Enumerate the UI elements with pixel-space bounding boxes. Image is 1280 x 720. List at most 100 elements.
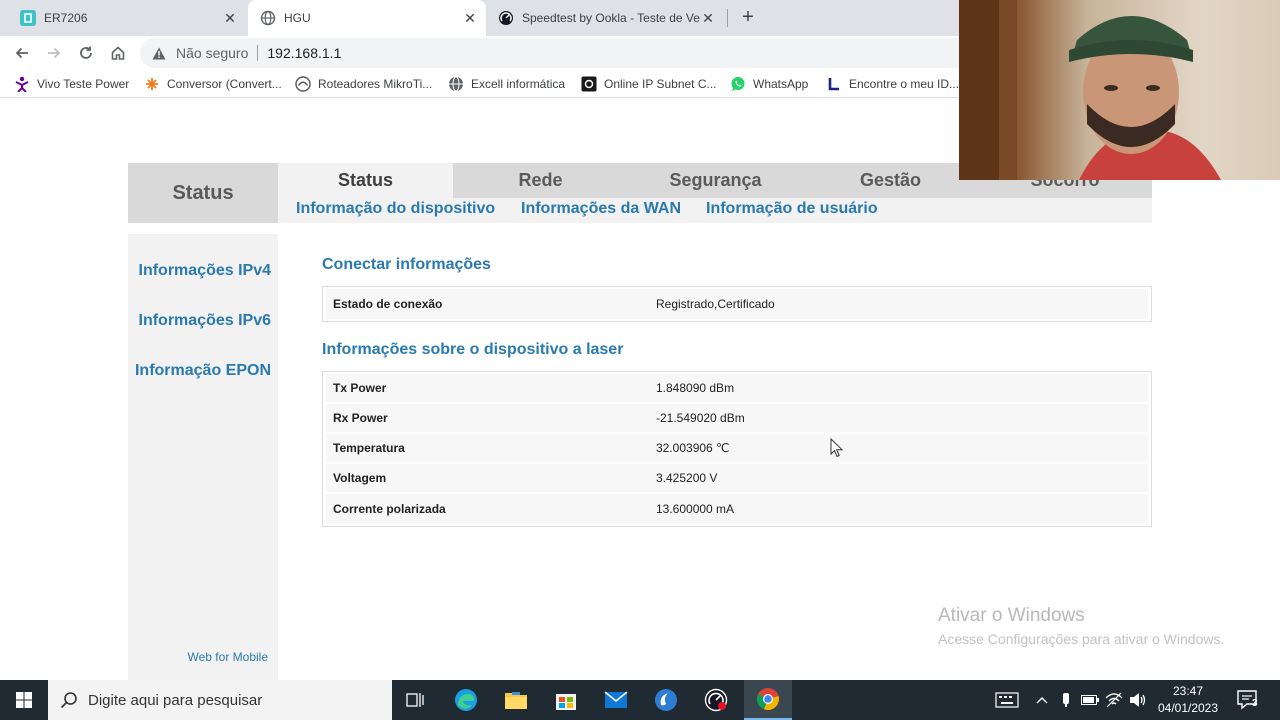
row-value: 1.848090 dBm	[656, 381, 735, 395]
forward-arrow-icon[interactable]	[43, 42, 65, 64]
row-label: Corrente polarizada	[333, 502, 446, 516]
sidebar-item-ipv6[interactable]: Informações IPv6	[139, 312, 272, 330]
taskbar-clock[interactable]: 23:47 04/01/2023	[1152, 683, 1224, 717]
battery-icon[interactable]	[1080, 690, 1100, 710]
search-placeholder: Digite aqui para pesquisar	[88, 691, 263, 709]
table-row: Temperatura 32.003906 ℃	[326, 434, 1148, 464]
tab-speedtest[interactable]: Speedtest by Ookla - Teste de Ve ✕	[490, 0, 724, 36]
activate-windows-title: Ativar o Windows	[938, 605, 1085, 626]
phone-link-icon[interactable]	[1056, 690, 1076, 710]
speedtest-app-icon[interactable]	[692, 680, 740, 720]
table-row: Tx Power 1.848090 dBm	[326, 374, 1148, 404]
webcam-overlay	[959, 0, 1280, 180]
clock-date: 04/01/2023	[1157, 701, 1219, 715]
row-value: 13.600000 mA	[656, 502, 735, 516]
keyboard-icon[interactable]	[994, 690, 1020, 710]
notification-center-icon[interactable]: 3	[1236, 688, 1260, 712]
bookmark-subnet[interactable]: Online IP Subnet C...	[581, 75, 717, 93]
connect-section-title: Conectar informações	[322, 256, 491, 273]
volume-icon[interactable]	[1128, 690, 1148, 710]
laser-section-title: Informações sobre o dispositivo a laser	[322, 341, 624, 358]
tab-separator	[727, 9, 728, 27]
omnibox-divider	[257, 45, 259, 61]
globe-icon	[260, 10, 276, 26]
left-sidebar: Informações IPv4 Informações IPv6 Inform…	[128, 234, 278, 680]
security-label[interactable]: Não seguro	[176, 45, 248, 61]
bookmark-vivo[interactable]: Vivo Teste Power	[14, 75, 129, 93]
bookmark-encontre-id[interactable]: Encontre o meu ID...	[826, 75, 959, 93]
microsoft-store-icon[interactable]	[542, 680, 590, 720]
table-row: Estado de conexão Registrado,Certificado	[326, 289, 1148, 319]
warning-triangle-icon[interactable]	[150, 44, 168, 62]
taskbar-search-input[interactable]: Digite aqui para pesquisar	[48, 680, 392, 720]
close-icon[interactable]: ✕	[222, 10, 238, 26]
task-view-icon[interactable]	[392, 680, 440, 720]
file-explorer-icon[interactable]	[492, 680, 540, 720]
clock-time: 23:47	[1172, 684, 1204, 698]
row-label: Temperatura	[333, 441, 405, 455]
row-label: Tx Power	[333, 381, 387, 395]
chrome-browser-icon[interactable]	[744, 680, 792, 720]
sub-menu: Informação do dispositivo Informações da…	[278, 198, 1152, 223]
row-label: Estado de conexão	[333, 297, 443, 311]
row-value: Registrado,Certificado	[656, 297, 775, 311]
submenu-wan-info[interactable]: Informações da WAN	[521, 200, 681, 218]
er7206-favicon-icon	[20, 10, 36, 26]
new-tab-plus-icon[interactable]: +	[738, 7, 758, 28]
submenu-device-info[interactable]: Informação do dispositivo	[296, 200, 495, 218]
bookmark-whatsapp[interactable]: WhatsApp	[730, 75, 808, 93]
wifi-icon[interactable]	[1104, 690, 1124, 710]
back-arrow-icon[interactable]	[11, 42, 33, 64]
bookmark-label: Encontre o meu ID...	[849, 77, 960, 91]
search-icon	[60, 692, 77, 709]
tab-hgu[interactable]: HGU ✕	[248, 0, 486, 36]
bookmark-conversor[interactable]: Conversor (Convert...	[144, 75, 282, 93]
converter-icon	[144, 76, 160, 92]
connect-info-table: Estado de conexão Registrado,Certificado	[322, 286, 1152, 322]
mouse-cursor-icon	[830, 438, 844, 458]
menu-tab-seguranca[interactable]: Segurança	[628, 163, 803, 198]
tab-title: Speedtest by Ookla - Teste de Ve	[522, 11, 700, 25]
mail-icon[interactable]	[592, 680, 640, 720]
chevron-up-icon[interactable]	[1032, 690, 1052, 710]
vivo-icon	[14, 76, 30, 92]
url-text[interactable]: 192.168.1.1	[267, 45, 341, 61]
sidebar-item-epon[interactable]: Informação EPON	[135, 362, 271, 380]
submenu-user-info[interactable]: Informação de usuário	[706, 200, 878, 218]
row-value: 32.003906 ℃	[656, 441, 730, 455]
bookmark-label: Excell informática	[471, 77, 566, 91]
close-icon[interactable]: ✕	[462, 10, 478, 26]
id-icon	[826, 76, 842, 92]
reload-icon[interactable]	[75, 42, 97, 64]
mikrotik-icon	[295, 76, 311, 92]
laser-info-table: Tx Power 1.848090 dBm Rx Power -21.54902…	[322, 371, 1152, 527]
speedtest-icon	[498, 10, 514, 26]
webcam-person-image	[959, 0, 1221, 180]
sidebar-item-ipv4[interactable]: Informações IPv4	[139, 262, 272, 280]
notification-count-badge: 3	[1252, 698, 1258, 709]
close-icon[interactable]: ✕	[700, 10, 716, 26]
table-row: Voltagem 3.425200 V	[326, 464, 1148, 494]
bookmark-excell[interactable]: Excell informática	[448, 75, 565, 93]
windows-start-icon[interactable]	[0, 680, 48, 720]
status-header-box: Status	[128, 163, 278, 223]
web-for-mobile-link[interactable]: Web for Mobile	[188, 650, 268, 664]
row-value: -21.549020 dBm	[656, 411, 745, 425]
bookmark-label: Online IP Subnet C...	[604, 77, 717, 91]
menu-tab-status[interactable]: Status	[278, 163, 453, 198]
bookmark-label: Vivo Teste Power	[37, 77, 130, 91]
pinned-app-icon[interactable]	[642, 680, 690, 720]
table-row: Rx Power -21.549020 dBm	[326, 404, 1148, 434]
row-label: Voltagem	[333, 471, 387, 485]
activate-windows-subtitle: Acesse Configurações para ativar o Windo…	[938, 631, 1225, 647]
menu-tab-gestao[interactable]: Gestão	[803, 163, 978, 198]
bookmark-mikrotik[interactable]: Roteadores MikroTi...	[295, 75, 432, 93]
home-icon[interactable]	[107, 42, 129, 64]
bookmark-label: Roteadores MikroTi...	[318, 77, 433, 91]
row-label: Rx Power	[333, 411, 388, 425]
edge-browser-icon[interactable]	[442, 680, 490, 720]
tab-title: HGU	[284, 11, 311, 25]
tab-er7206[interactable]: ER7206 ✕	[12, 0, 246, 36]
table-row: Corrente polarizada 13.600000 mA	[326, 494, 1148, 524]
menu-tab-rede[interactable]: Rede	[453, 163, 628, 198]
